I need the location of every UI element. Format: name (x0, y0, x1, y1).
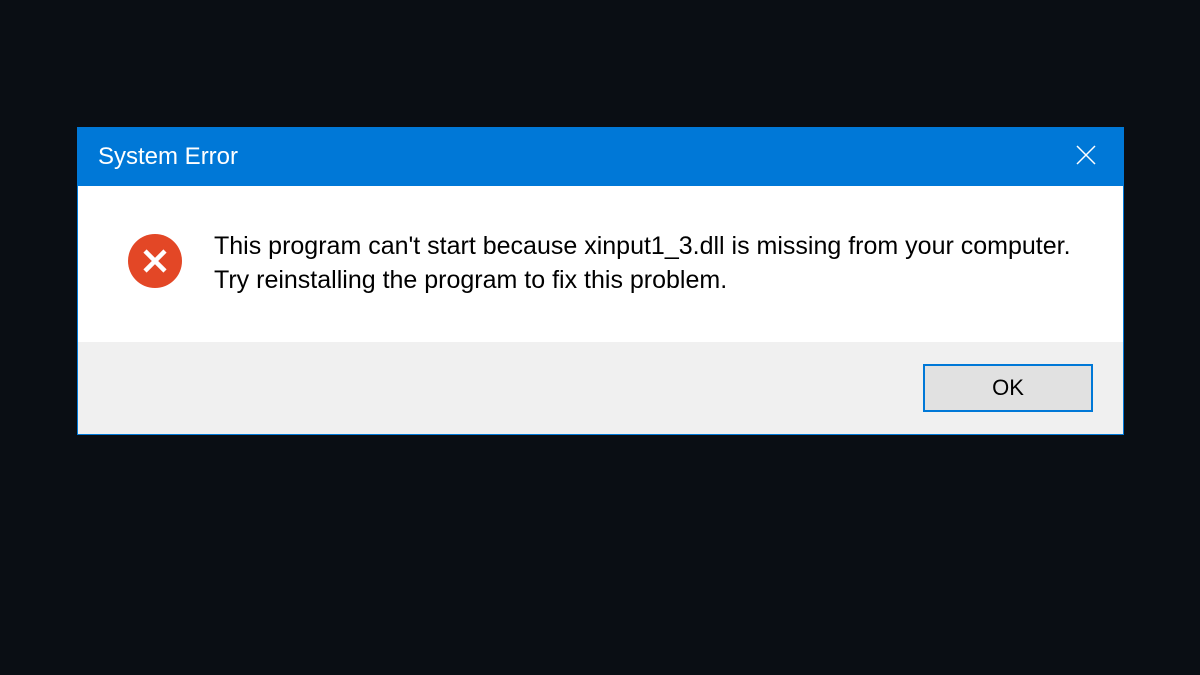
error-message: This program can't start because xinput1… (214, 230, 1073, 298)
titlebar: System Error (78, 128, 1123, 186)
close-icon (1076, 145, 1096, 170)
system-error-dialog: System Error This program can't start be… (77, 127, 1124, 435)
dialog-title: System Error (98, 143, 238, 171)
error-icon (128, 234, 182, 288)
button-bar: OK (78, 342, 1123, 434)
close-button[interactable] (1049, 128, 1123, 186)
dialog-content: This program can't start because xinput1… (78, 186, 1123, 342)
ok-button[interactable]: OK (923, 364, 1093, 412)
